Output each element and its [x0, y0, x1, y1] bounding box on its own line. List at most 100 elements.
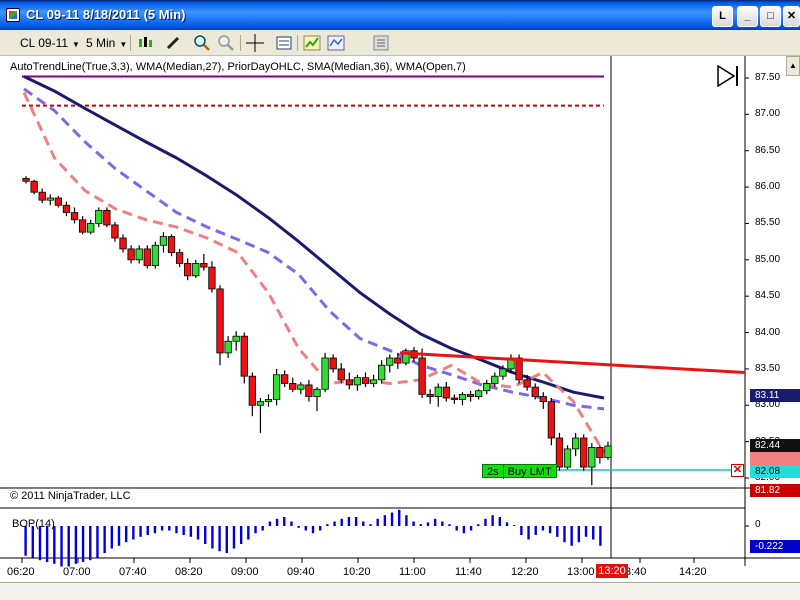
down-candle[interactable] [119, 237, 127, 250]
down-candle[interactable] [175, 252, 184, 264]
order-quantity[interactable]: 2s [483, 465, 504, 479]
up-candle[interactable] [256, 401, 265, 406]
down-candle[interactable] [103, 209, 111, 226]
down-candle[interactable] [248, 375, 256, 406]
up-candle[interactable] [434, 386, 442, 397]
down-candle[interactable] [426, 393, 434, 397]
maximize-button[interactable]: □ [760, 6, 781, 27]
properties-icon[interactable] [372, 34, 390, 52]
down-candle[interactable] [580, 437, 588, 468]
link-button[interactable]: L [712, 6, 733, 27]
price-tick-label: 83.50 [755, 362, 781, 374]
down-candle[interactable] [54, 197, 63, 206]
buy-limit-order[interactable]: 2s Buy LMT [482, 464, 557, 479]
down-candle[interactable] [143, 248, 151, 267]
up-candle[interactable] [87, 223, 95, 233]
time-tick-label: 07:40 [119, 566, 147, 578]
close-button[interactable]: ✕ [783, 6, 800, 27]
down-candle[interactable] [555, 437, 564, 468]
up-candle[interactable] [95, 209, 103, 224]
up-candle[interactable] [159, 236, 168, 246]
up-candle[interactable] [192, 263, 200, 277]
up-candle[interactable] [491, 375, 499, 384]
horizontal-scrollbar[interactable] [0, 582, 800, 600]
up-candle[interactable] [232, 335, 240, 342]
up-candle[interactable] [46, 197, 54, 201]
down-candle[interactable] [305, 384, 313, 397]
candlestick-chart-icon[interactable] [136, 34, 154, 52]
down-candle[interactable] [78, 219, 87, 233]
up-candle[interactable] [378, 364, 386, 381]
down-candle[interactable] [329, 357, 337, 370]
down-candle[interactable] [596, 447, 604, 459]
down-candle[interactable] [281, 374, 289, 384]
up-candle[interactable] [369, 379, 378, 384]
down-candle[interactable] [38, 191, 46, 201]
order-type-label: Buy LMT [507, 466, 552, 478]
down-candle[interactable] [394, 357, 402, 364]
up-candle[interactable] [588, 447, 596, 468]
zoom-out-icon[interactable] [217, 34, 235, 52]
down-candle[interactable] [361, 377, 370, 384]
last-price-tag: 82.44 [750, 439, 800, 452]
strategies-icon[interactable] [327, 34, 345, 52]
down-candle[interactable] [62, 204, 71, 213]
up-candle[interactable] [135, 248, 143, 261]
interval-selector[interactable]: 5 Min ▼ [86, 34, 127, 52]
crosshair-icon[interactable] [246, 34, 264, 52]
down-candle[interactable] [216, 288, 224, 354]
wma-price-tag [750, 452, 800, 465]
up-candle[interactable] [264, 399, 273, 403]
down-candle[interactable] [337, 368, 345, 381]
up-candle[interactable] [313, 388, 321, 397]
down-candle[interactable] [30, 180, 38, 193]
time-tick-label: 12:20 [511, 566, 539, 578]
zoom-in-icon[interactable] [193, 34, 211, 52]
down-candle[interactable] [240, 335, 248, 377]
skip-to-end-icon[interactable] [716, 64, 740, 91]
down-candle[interactable] [208, 266, 216, 290]
down-candle[interactable] [442, 386, 450, 399]
up-candle[interactable] [386, 357, 394, 366]
down-candle[interactable] [184, 263, 192, 277]
up-candle[interactable] [604, 445, 612, 459]
up-candle[interactable] [499, 368, 507, 377]
down-candle[interactable] [22, 177, 30, 182]
drawing-pen-icon[interactable] [164, 34, 182, 52]
minimize-button[interactable]: _ [737, 6, 758, 27]
down-candle[interactable] [345, 379, 353, 386]
chart-panel[interactable]: AutoTrendLine(True,3,3), WMA(Median,27),… [0, 56, 800, 600]
down-candle[interactable] [289, 383, 297, 390]
up-candle[interactable] [563, 448, 572, 468]
down-candle[interactable] [523, 379, 531, 388]
down-candle[interactable] [531, 386, 539, 397]
price-chart[interactable] [0, 56, 800, 600]
scroll-up-button[interactable]: ▲ [786, 56, 800, 76]
indicators-icon[interactable] [303, 34, 321, 52]
up-candle[interactable] [458, 393, 467, 400]
sma-price-tag: 83.11 [750, 389, 800, 402]
cancel-order-icon[interactable]: ✕ [731, 464, 744, 477]
toolbar-separator [240, 35, 241, 51]
down-candle[interactable] [547, 401, 556, 439]
up-candle[interactable] [272, 374, 281, 400]
down-candle[interactable] [539, 396, 547, 403]
down-candle[interactable] [70, 212, 79, 221]
up-candle[interactable] [297, 384, 305, 390]
down-candle[interactable] [418, 357, 426, 395]
down-candle[interactable] [450, 397, 459, 400]
up-candle[interactable] [571, 437, 580, 450]
down-candle[interactable] [466, 393, 475, 397]
down-candle[interactable] [167, 236, 176, 253]
down-candle[interactable] [127, 248, 135, 261]
down-candle[interactable] [111, 224, 119, 239]
up-candle[interactable] [151, 244, 159, 267]
up-candle[interactable] [483, 383, 491, 392]
down-candle[interactable] [200, 263, 208, 268]
instrument-selector[interactable]: CL 09-11 ▼ [20, 34, 80, 52]
up-candle[interactable] [224, 340, 232, 354]
up-candle[interactable] [321, 357, 329, 390]
up-candle[interactable] [353, 377, 362, 386]
up-candle[interactable] [475, 390, 483, 397]
data-box-icon[interactable] [275, 34, 293, 52]
